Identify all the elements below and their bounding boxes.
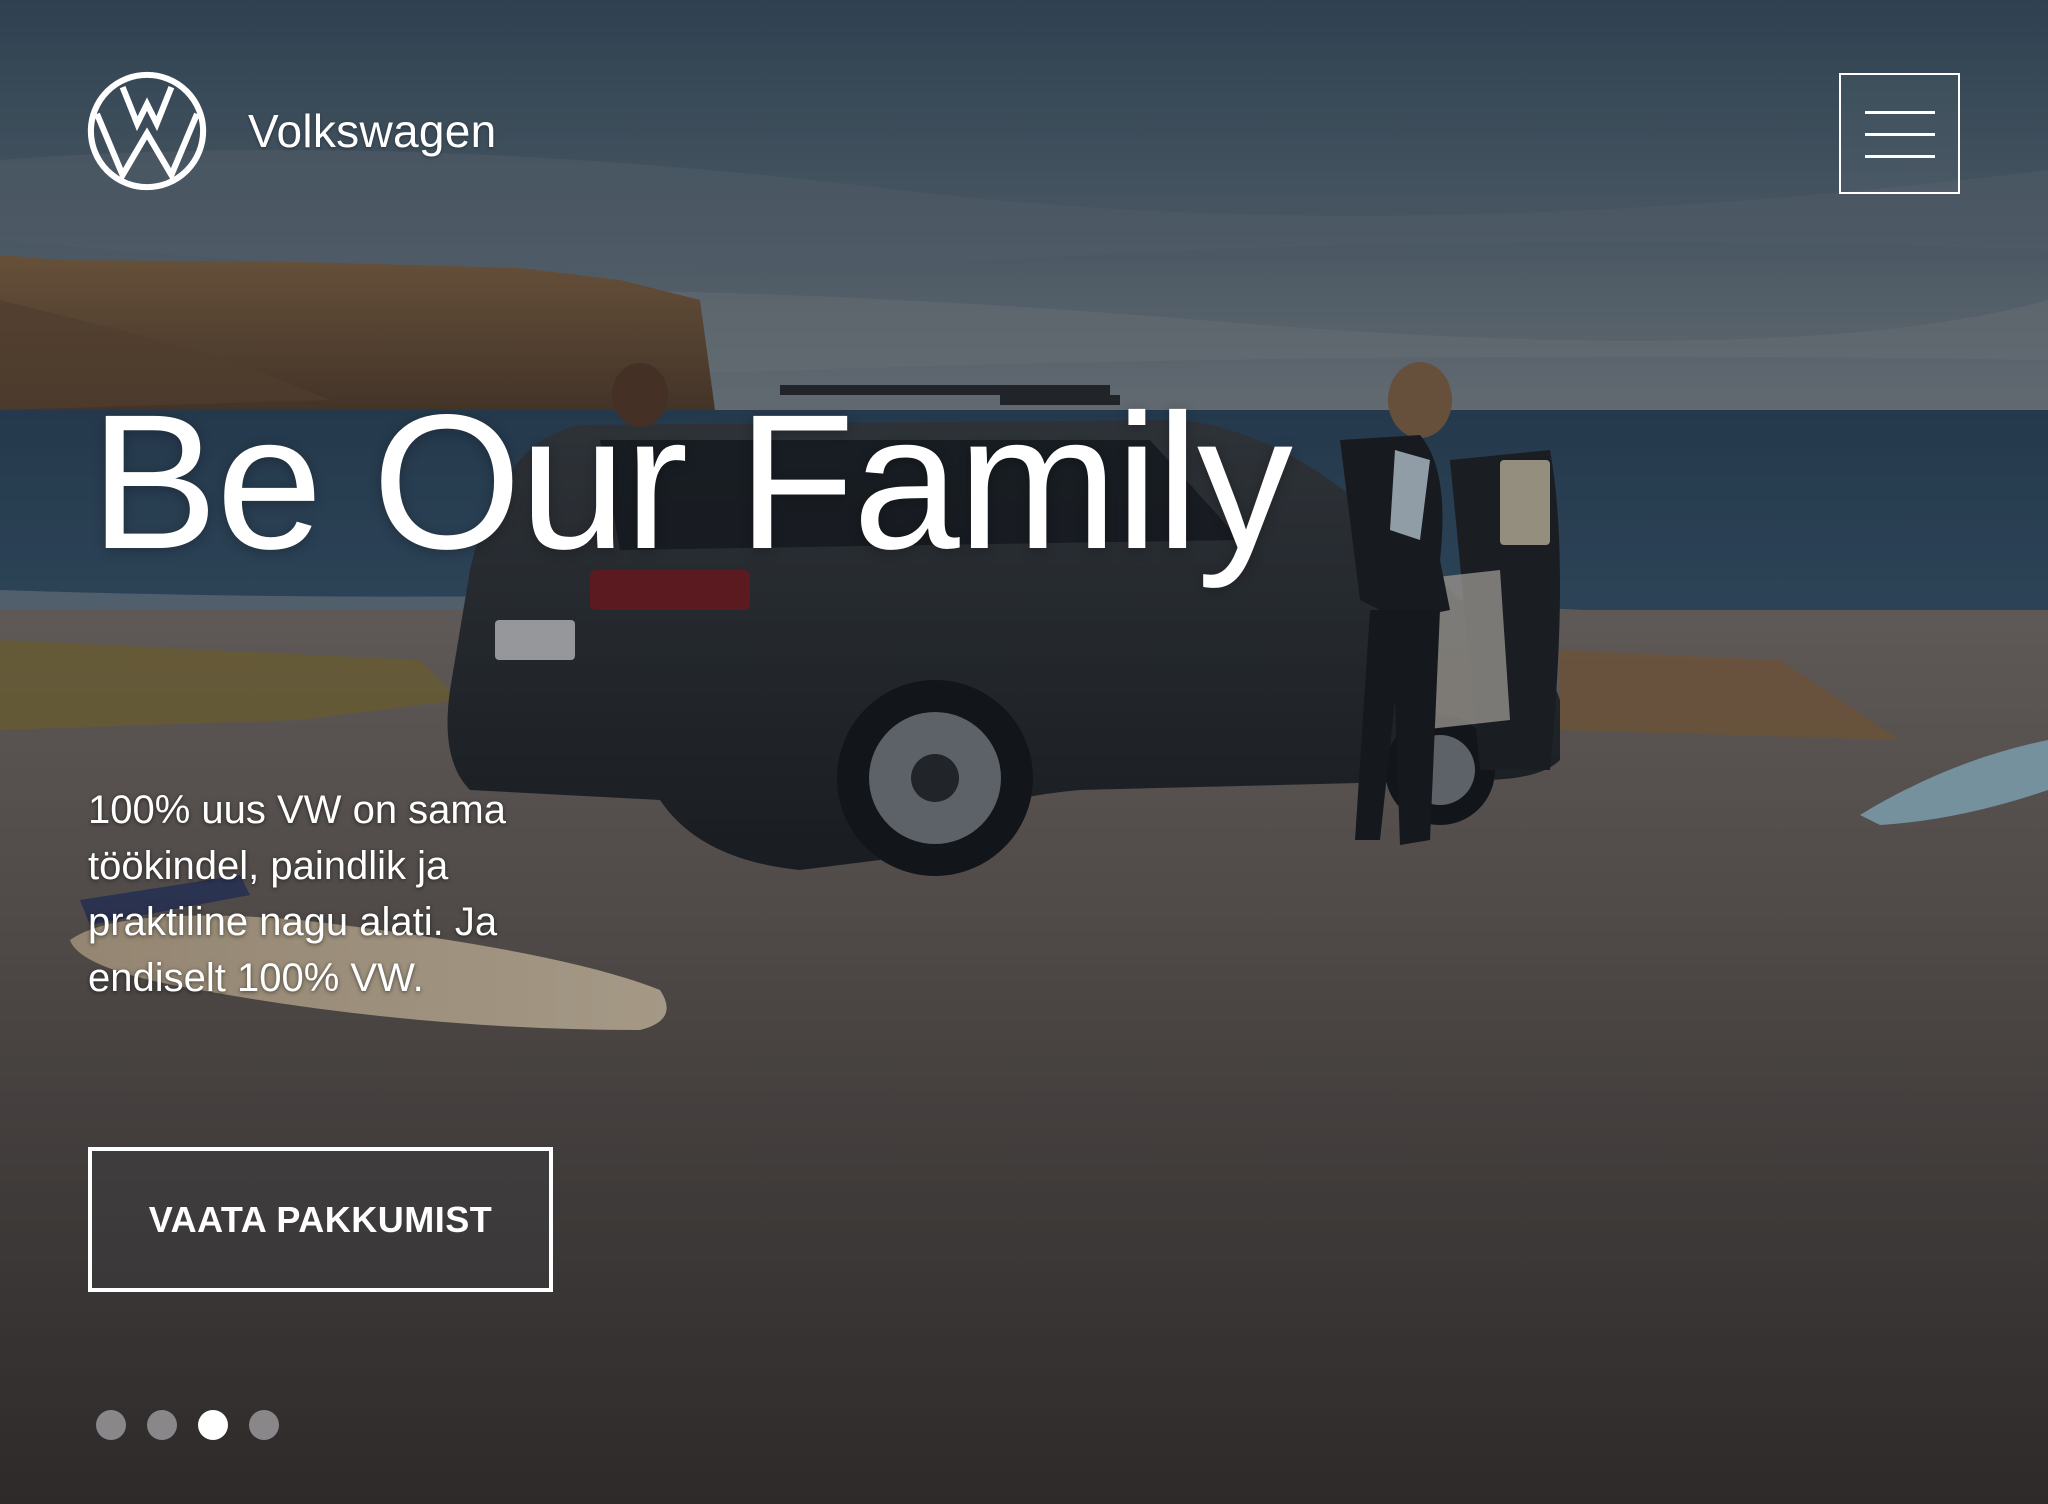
view-offer-button[interactable]: VAATA PAKKUMIST (88, 1147, 553, 1292)
carousel-dot-4[interactable] (249, 1410, 279, 1440)
menu-bar-top (1865, 111, 1935, 114)
carousel-dot-2[interactable] (147, 1410, 177, 1440)
vw-logo-icon[interactable] (86, 70, 208, 192)
hero-headline: Be Our Family (90, 374, 1293, 589)
hero-banner: Volkswagen Be Our Family 100% uus VW on … (0, 0, 2048, 1504)
carousel-pagination (96, 1410, 279, 1440)
carousel-dot-3[interactable] (198, 1410, 228, 1440)
menu-button[interactable] (1839, 73, 1960, 194)
menu-bar-bottom (1865, 155, 1935, 158)
carousel-dot-1[interactable] (96, 1410, 126, 1440)
brand-name[interactable]: Volkswagen (248, 104, 497, 158)
menu-bar-middle (1865, 133, 1935, 136)
hero-tagline: 100% uus VW on sama töökindel, paindlik … (88, 788, 506, 1000)
